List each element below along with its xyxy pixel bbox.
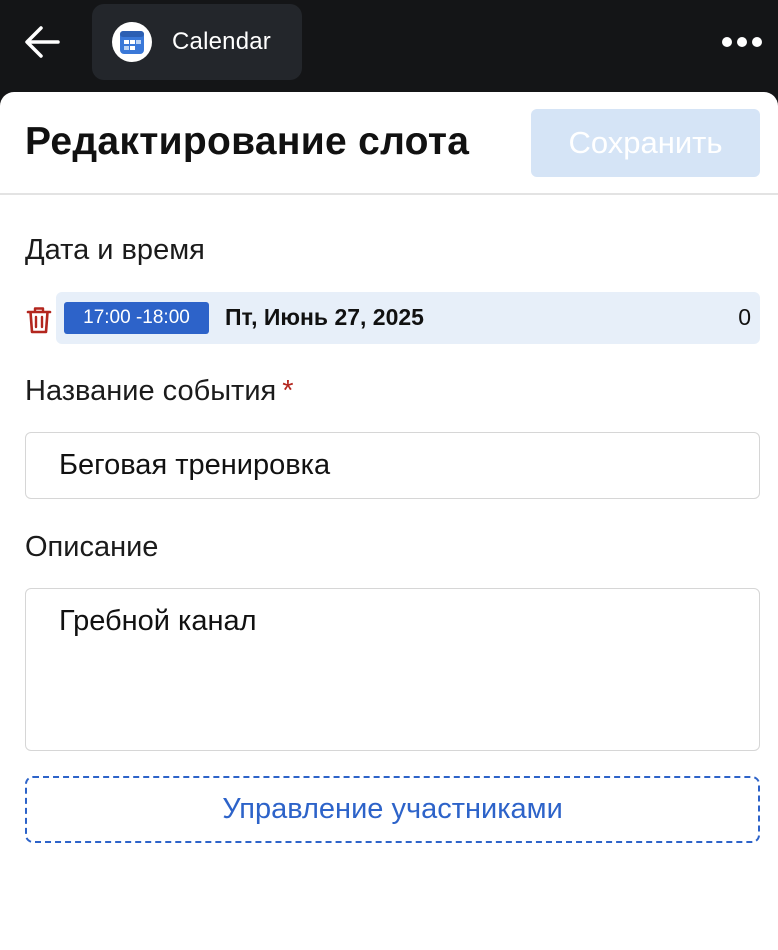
save-button[interactable]: Сохранить bbox=[531, 109, 760, 177]
event-name-label-text: Название события bbox=[25, 375, 277, 407]
description-label: Описание bbox=[25, 531, 159, 563]
description-textarea[interactable]: Гребной канал bbox=[25, 588, 760, 751]
edit-slot-sheet: Редактирование слота Сохранить Дата и вр… bbox=[0, 92, 778, 950]
slot-date: Пт, Июнь 27, 2025 bbox=[225, 304, 424, 330]
more-button[interactable] bbox=[716, 26, 768, 58]
top-bar: Calendar bbox=[0, 0, 778, 92]
required-mark: * bbox=[282, 375, 294, 407]
app-chip[interactable]: Calendar bbox=[92, 4, 302, 80]
slot-count: 0 bbox=[738, 304, 751, 330]
slot-row[interactable]: 17:00 -18:00 Пт, Июнь 27, 2025 0 bbox=[56, 292, 760, 344]
time-badge: 17:00 -18:00 bbox=[64, 302, 209, 334]
trash-icon[interactable] bbox=[25, 305, 53, 335]
app-title: Calendar bbox=[172, 28, 271, 55]
event-name-input[interactable] bbox=[25, 432, 760, 499]
sheet-header: Редактирование слота Сохранить bbox=[0, 92, 778, 195]
calendar-icon bbox=[112, 22, 152, 62]
page-title: Редактирование слота bbox=[25, 120, 470, 163]
more-horizontal-icon bbox=[722, 37, 762, 47]
event-name-label: Название события * bbox=[25, 375, 294, 408]
arrow-left-icon bbox=[25, 26, 60, 58]
datetime-label: Дата и время bbox=[25, 234, 205, 266]
manage-participants-button[interactable]: Управление участниками bbox=[25, 776, 760, 843]
back-button[interactable] bbox=[18, 20, 66, 64]
